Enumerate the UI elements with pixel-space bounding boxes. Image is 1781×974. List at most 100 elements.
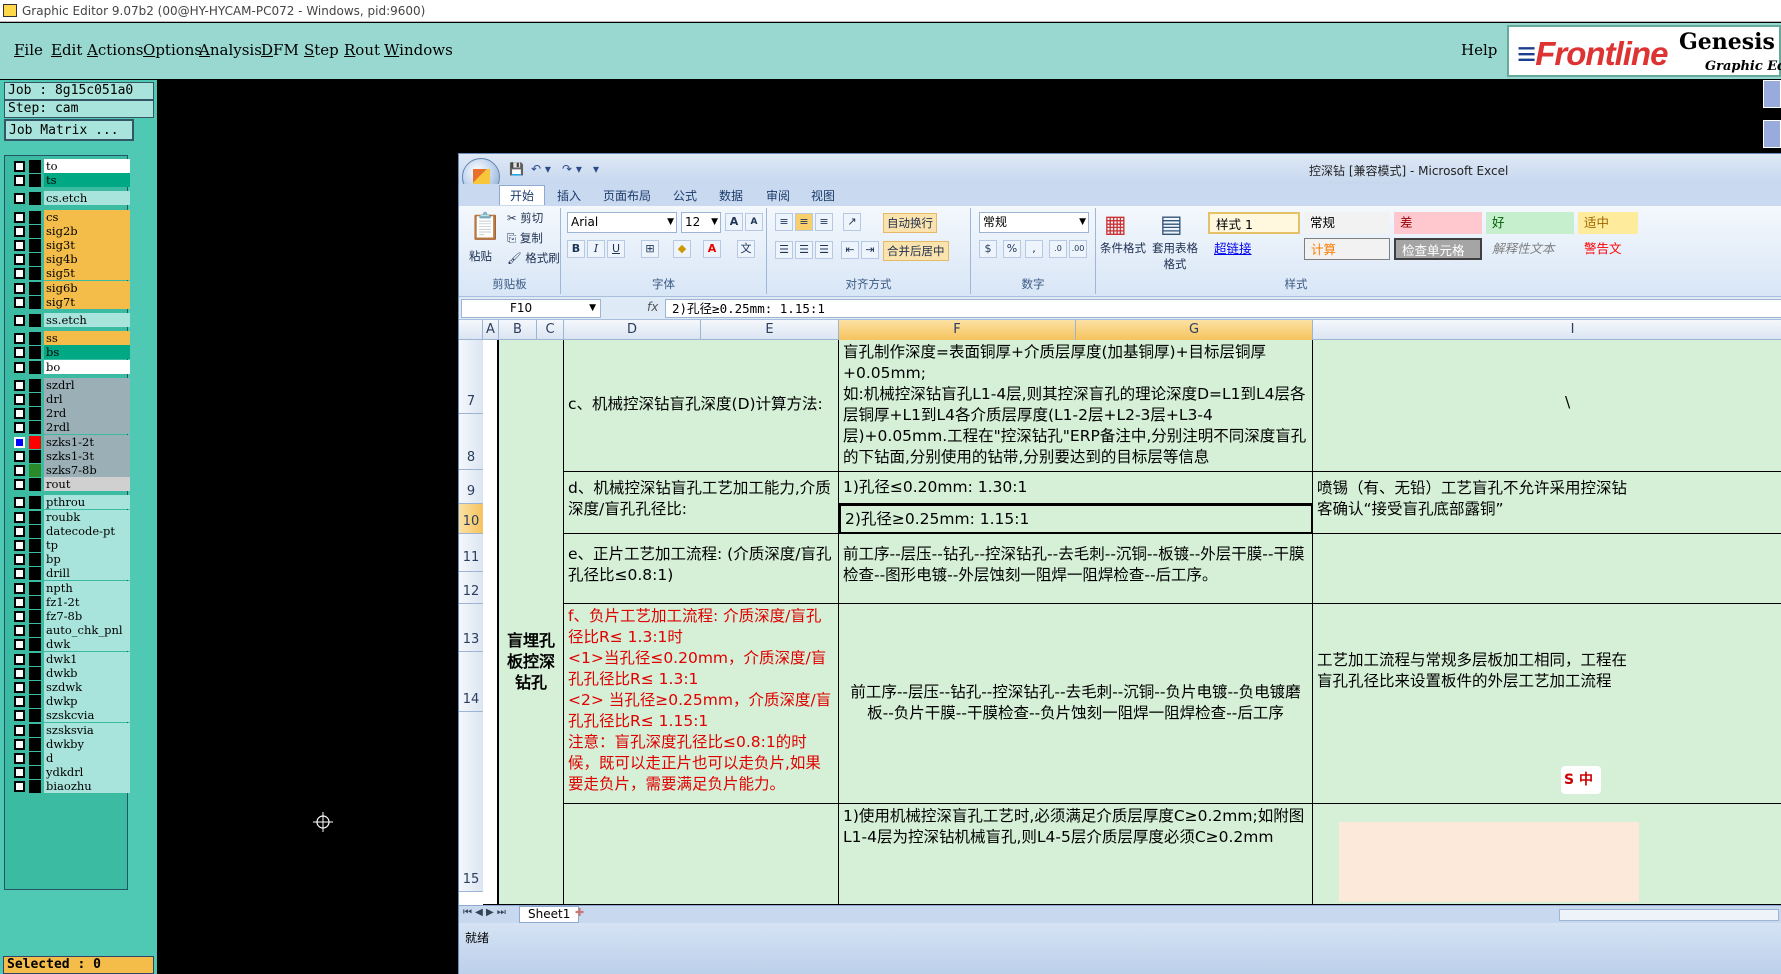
ime-indicator-icon[interactable]: S 中 — [1561, 766, 1601, 794]
layer-checkbox[interactable] — [14, 710, 25, 722]
layer-name[interactable]: drl — [44, 392, 130, 406]
layer-row[interactable]: sig5t — [7, 266, 130, 281]
layer-name[interactable]: szsksvia — [44, 722, 130, 737]
layer-checkbox[interactable] — [14, 724, 25, 736]
layer-name[interactable]: dwkp — [44, 694, 130, 709]
cell-c-remark[interactable]: \ — [1313, 340, 1781, 472]
layer-name[interactable]: npth — [44, 580, 130, 595]
layer-row[interactable]: cs — [7, 209, 130, 224]
layer-name[interactable]: biaozhu — [44, 779, 130, 794]
cell-g-value[interactable]: 1)使用机械控深盲孔工艺时,必须满足介质层厚度C≥0.2mm;如附图 L1-4层… — [839, 804, 1313, 905]
percent-icon[interactable]: % — [1003, 240, 1021, 258]
style-hyperlink[interactable]: 超链接 — [1208, 238, 1300, 260]
row-header-12[interactable]: 12 — [459, 572, 483, 604]
col-header-a[interactable]: A — [483, 320, 499, 340]
tab-review[interactable]: 审阅 — [766, 186, 790, 206]
layer-checkbox[interactable] — [14, 361, 25, 373]
layer-checkbox[interactable] — [14, 347, 25, 359]
layer-checkbox[interactable] — [14, 193, 25, 205]
layer-name[interactable]: to — [44, 159, 130, 173]
layer-name[interactable]: sig6b — [44, 280, 130, 295]
tab-insert[interactable]: 插入 — [557, 186, 581, 206]
menu-options[interactable]: Options — [143, 41, 202, 59]
layer-name[interactable]: sig3t — [44, 238, 130, 252]
style-warning[interactable]: 警告文 — [1578, 238, 1638, 260]
row-header-14[interactable]: 14 — [459, 652, 483, 712]
layer-checkbox[interactable] — [14, 465, 25, 476]
phonetic-icon[interactable]: 文 — [737, 240, 755, 258]
layer-name[interactable]: drill — [44, 566, 130, 581]
layer-checkbox[interactable] — [14, 379, 25, 391]
job-matrix-button[interactable]: Job Matrix ... — [4, 119, 134, 141]
layer-name[interactable]: ss.etch — [44, 313, 130, 327]
layer-row[interactable]: ts — [7, 173, 130, 188]
font-size-select[interactable]: 12 ▼ — [681, 212, 721, 233]
menu-analysis[interactable]: Analysis — [199, 41, 262, 59]
layer-name[interactable]: ydkdrl — [44, 765, 130, 780]
layer-row[interactable]: szks7-8b — [7, 463, 130, 477]
layer-checkbox[interactable] — [14, 296, 25, 308]
cell-e-remark[interactable] — [1313, 534, 1781, 604]
layer-name[interactable]: sig5t — [44, 266, 130, 281]
horizontal-scrollbar[interactable] — [1559, 909, 1779, 921]
layer-row[interactable]: 2rd — [7, 406, 130, 421]
col-header-e[interactable]: E — [701, 320, 839, 340]
tab-formulas[interactable]: 公式 — [673, 186, 697, 206]
formula-input[interactable]: 2)孔径≥0.25mm: 1.15:1 — [665, 299, 1781, 318]
menu-actions[interactable]: Actions — [87, 41, 143, 59]
layer-name[interactable]: szks1-3t — [44, 448, 130, 463]
conditional-format-icon[interactable]: ▦ — [1104, 210, 1127, 238]
layer-row[interactable]: fz1-2t — [7, 594, 130, 609]
save-icon[interactable]: 💾 — [509, 162, 524, 176]
undo-icon[interactable]: ↶ ▾ — [531, 162, 551, 176]
layer-row[interactable]: npth — [7, 580, 130, 595]
toolbar-button[interactable] — [1763, 80, 1781, 108]
sheet-tab-sheet1[interactable]: Sheet1 — [519, 906, 580, 923]
layer-row[interactable]: drl — [7, 392, 130, 406]
redo-icon[interactable]: ↷ ▾ — [562, 162, 582, 176]
layer-name[interactable]: dwkb — [44, 665, 130, 680]
layer-checkbox[interactable] — [14, 540, 25, 551]
layer-checkbox[interactable] — [14, 422, 25, 434]
embedded-image[interactable] — [1339, 822, 1639, 902]
layer-name[interactable]: dwk — [44, 637, 130, 652]
border-icon[interactable]: ⊞ — [641, 240, 659, 258]
layer-checkbox[interactable] — [14, 639, 25, 651]
row-header-9[interactable]: 9 — [459, 470, 483, 504]
layer-row[interactable]: datecode-pt — [7, 523, 130, 538]
row-header-10[interactable]: 10 — [459, 504, 483, 534]
comma-icon[interactable]: , — [1025, 240, 1043, 258]
layer-checkbox[interactable] — [14, 268, 25, 280]
layer-row[interactable]: szks1-2t — [7, 434, 130, 449]
style-check-cell[interactable]: 检查单元格 — [1394, 238, 1482, 260]
layer-row[interactable]: 2rdl — [7, 420, 130, 435]
layer-checkbox[interactable] — [14, 653, 25, 665]
toolbar-button[interactable] — [1763, 120, 1781, 148]
italic-icon[interactable]: I — [587, 240, 605, 258]
layer-row[interactable]: fz7-8b — [7, 609, 130, 623]
layer-checkbox[interactable] — [14, 497, 25, 509]
orientation-icon[interactable]: ↗ — [843, 213, 861, 231]
style-neutral[interactable]: 适中 — [1578, 212, 1638, 234]
menu-file[interactable]: File — [14, 41, 43, 59]
sheet-nav-icon[interactable]: ⏮ ◀ ▶ ⏭ — [463, 907, 506, 918]
style-bad[interactable]: 差 — [1394, 212, 1482, 234]
insert-sheet-icon[interactable]: ✚ — [575, 906, 584, 919]
select-all-corner[interactable] — [459, 320, 483, 340]
worksheet[interactable]: A B C D E F G I 7 8 9 10 11 12 13 14 15 … — [459, 320, 1781, 905]
row-header-13[interactable]: 13 — [459, 604, 483, 652]
layer-row[interactable]: rout — [7, 477, 130, 492]
layer-checkbox[interactable] — [14, 738, 25, 750]
layer-name[interactable]: bp — [44, 552, 130, 567]
tab-home[interactable]: 开始 — [499, 185, 546, 205]
paste-button[interactable]: 粘贴 — [469, 248, 492, 264]
copy-button[interactable]: ⎘ 复制 — [507, 230, 543, 246]
paste-icon[interactable]: 📋 — [469, 212, 501, 242]
layer-name[interactable]: szdrl — [44, 377, 130, 392]
col-header-f[interactable]: F — [839, 320, 1076, 340]
layer-checkbox[interactable] — [14, 333, 25, 345]
menu-edit[interactable]: Edit — [51, 41, 82, 59]
increase-indent-icon[interactable]: ⇥ — [861, 241, 879, 259]
format-table-icon[interactable]: ▤ — [1160, 210, 1183, 238]
layer-checkbox[interactable] — [14, 450, 25, 462]
